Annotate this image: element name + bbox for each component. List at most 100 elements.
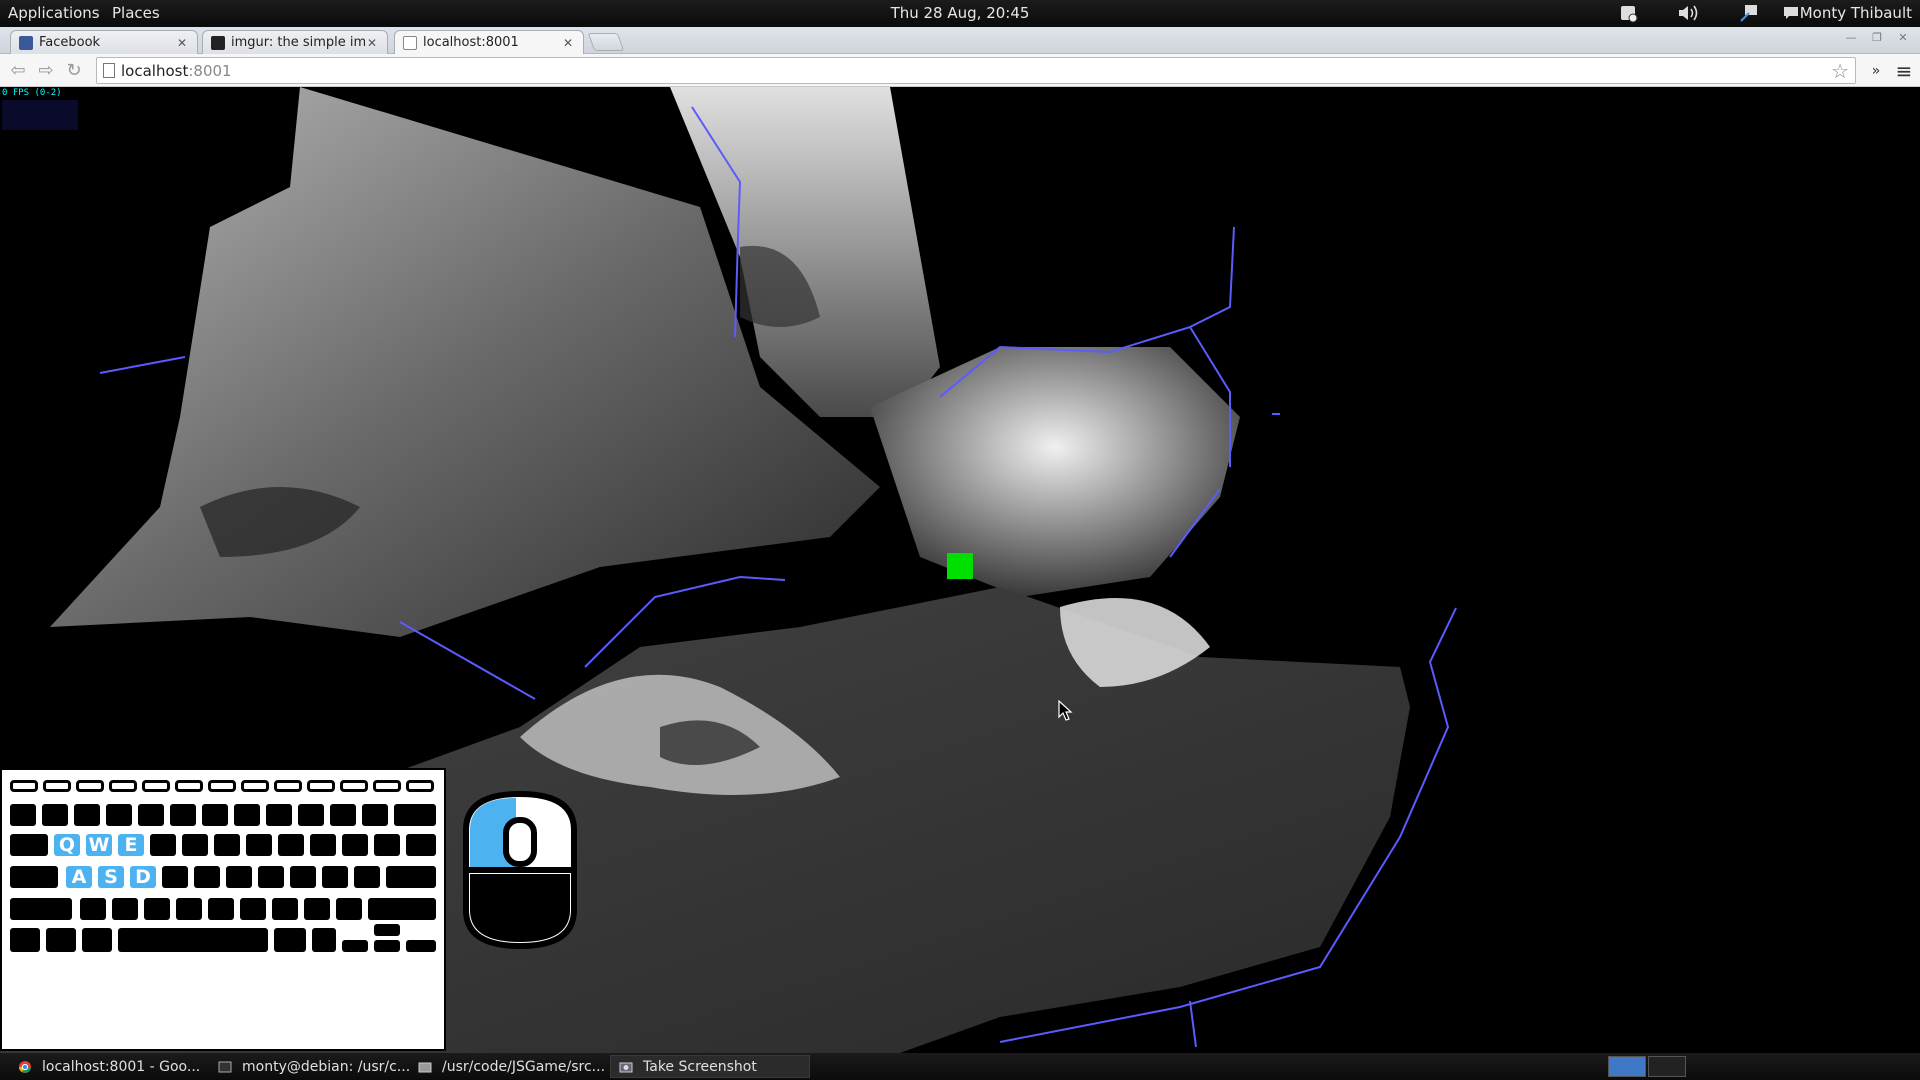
keyboard-key — [290, 866, 316, 888]
mouse-overlay-icon — [463, 790, 577, 950]
keyboard-key — [82, 928, 112, 952]
keyboard-key — [202, 804, 228, 826]
task-label: localhost:8001 - Goo... — [42, 1058, 201, 1075]
task-label: /usr/code/JSGame/src... — [442, 1058, 606, 1075]
keyboard-key — [208, 780, 236, 792]
restore-icon[interactable]: ❐ — [1866, 31, 1888, 45]
browser-toolbar: ⇦ ⇨ ↻ localhost:8001 ☆ » ≡ — [0, 54, 1920, 87]
back-button[interactable]: ⇦ — [6, 59, 30, 83]
terminal-icon — [218, 1061, 232, 1072]
keyboard-key — [10, 898, 72, 920]
volume-icon[interactable] — [1676, 2, 1700, 24]
keyboard-key — [274, 780, 302, 792]
key-d: D — [130, 866, 156, 888]
keyboard-key — [10, 866, 58, 888]
keyboard-key — [240, 898, 266, 920]
page-icon — [403, 35, 417, 50]
task-chrome[interactable]: localhost:8001 - Goo... — [10, 1055, 212, 1078]
keyboard-key — [354, 866, 380, 888]
keyboard-key — [74, 804, 100, 826]
network-icon[interactable] — [1738, 2, 1760, 24]
folder-icon — [418, 1062, 432, 1072]
keyboard-key — [310, 834, 336, 856]
keyboard-key — [46, 928, 76, 952]
tab-facebook[interactable]: Facebook ✕ — [10, 30, 198, 54]
keyboard-key — [322, 866, 348, 888]
key-a: A — [66, 866, 92, 888]
keyboard-key — [373, 780, 401, 792]
new-tab-button[interactable] — [587, 33, 625, 51]
screenshot-icon — [619, 1062, 633, 1072]
keyboard-key — [118, 928, 268, 952]
keyboard-key — [274, 928, 306, 952]
keyboard-key — [10, 928, 40, 952]
mouse-wheel — [503, 817, 537, 867]
close-icon[interactable]: ✕ — [561, 36, 575, 50]
close-icon[interactable]: ✕ — [365, 36, 379, 50]
tab-imgur[interactable]: imgur: the simple imag ✕ — [202, 30, 388, 54]
chat-icon[interactable] — [1782, 2, 1800, 24]
keyboard-key — [266, 804, 292, 826]
url-text[interactable]: localhost:8001 — [121, 62, 232, 80]
user-menu[interactable]: Monty Thibault — [1800, 4, 1912, 22]
keyboard-key — [76, 780, 104, 792]
keyboard-key — [330, 804, 356, 826]
keyboard-key — [138, 804, 164, 826]
close-icon[interactable]: ✕ — [175, 36, 189, 50]
key-q: Q — [54, 834, 80, 856]
workspace-1[interactable] — [1608, 1056, 1646, 1077]
keyboard-key — [175, 780, 203, 792]
keyboard-key — [144, 898, 170, 920]
keyboard-key — [176, 898, 202, 920]
keyboard-key — [272, 898, 298, 920]
forward-button[interactable]: ⇨ — [34, 59, 58, 83]
address-bar[interactable]: localhost:8001 ☆ — [96, 57, 1856, 84]
mouse-pointer-icon — [1058, 700, 1073, 721]
keyboard-key — [362, 804, 388, 826]
imgur-icon — [211, 35, 225, 50]
tab-label: imgur: the simple imag — [231, 35, 365, 50]
reload-button[interactable]: ↻ — [62, 59, 86, 83]
tab-localhost[interactable]: localhost:8001 ✕ — [394, 30, 584, 54]
minimize-icon[interactable]: — — [1840, 31, 1862, 45]
keyboard-key — [214, 834, 240, 856]
keyboard-key — [246, 834, 272, 856]
keyboard-key — [342, 940, 368, 952]
keyboard-key — [234, 804, 260, 826]
keyboard-key — [42, 804, 68, 826]
keyboard-key — [112, 898, 138, 920]
keyboard-key — [106, 804, 132, 826]
player-marker — [947, 553, 973, 579]
close-window-icon[interactable]: ✕ — [1892, 31, 1914, 45]
facebook-icon — [19, 35, 33, 50]
chrome-icon — [19, 1060, 31, 1073]
overflow-chevron-icon[interactable]: » — [1864, 59, 1888, 83]
keyboard-key — [182, 834, 208, 856]
keyboard-key — [312, 928, 336, 952]
updates-icon[interactable] — [1618, 2, 1640, 24]
top-panel: Applications Places Thu 28 Aug, 20:45 Mo… — [0, 0, 1920, 27]
keyboard-key — [162, 866, 188, 888]
keyboard-key — [342, 834, 368, 856]
task-screenshot[interactable]: Take Screenshot — [610, 1055, 810, 1078]
terrain-right — [870, 347, 1240, 597]
keyboard-key — [142, 780, 170, 792]
keyboard-key — [304, 898, 330, 920]
keyboard-key — [406, 940, 436, 952]
keyboard-key — [420, 834, 436, 856]
keyboard-key — [208, 898, 234, 920]
keyboard-key — [368, 898, 436, 920]
task-terminal[interactable]: monty@debian: /usr/c... — [210, 1055, 412, 1078]
tab-label: localhost:8001 — [423, 35, 519, 50]
keyboard-key — [340, 780, 368, 792]
url-host: localhost — [121, 62, 189, 80]
mouse-lower-body — [470, 874, 570, 942]
workspace-2[interactable] — [1648, 1056, 1686, 1077]
keyboard-key — [307, 780, 335, 792]
chrome-menu-icon[interactable]: ≡ — [1892, 59, 1916, 83]
keyboard-overlay: QWE ASD — [0, 768, 446, 1051]
keyboard-key — [109, 780, 137, 792]
tab-strip: Facebook ✕ imgur: the simple imag ✕ loca… — [0, 27, 1920, 54]
bookmark-star-icon[interactable]: ☆ — [1831, 59, 1849, 83]
task-folder[interactable]: /usr/code/JSGame/src... — [410, 1055, 610, 1078]
